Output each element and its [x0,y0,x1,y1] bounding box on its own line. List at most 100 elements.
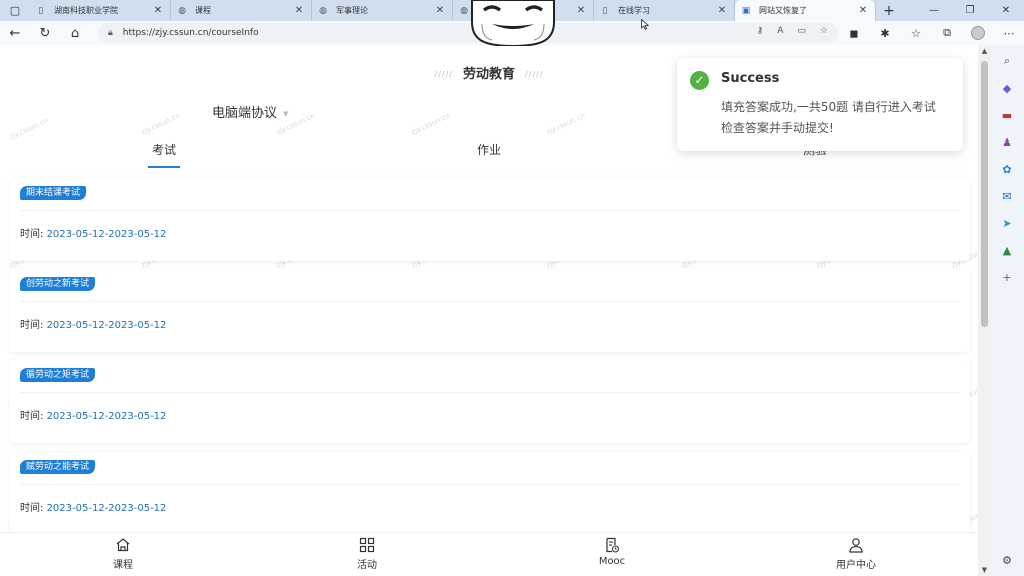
exam-time: 时间: 2023-05-12-2023-05-12 [20,407,166,422]
key-icon[interactable]: ⚷ [757,26,764,36]
exam-time: 时间: 2023-05-12-2023-05-12 [20,499,166,514]
home-icon [116,538,130,552]
url-field[interactable]: 🔒︎ https://zjy.cssun.cn/courseInfo ⚷ A ▭… [98,23,838,43]
mascot-face-overlay [471,0,555,46]
tree-icon[interactable]: ▲ [999,242,1015,258]
close-window-icon[interactable]: ✕ [988,0,1024,21]
nav-label: Mooc [598,556,626,567]
page-icon: ▣ [741,5,751,16]
search-icon[interactable]: ⌕ [999,53,1015,69]
close-icon[interactable]: ✕ [857,5,869,16]
watermark: zjy.cssun.cn [8,116,50,142]
shopping-tag-icon[interactable]: ◆ [999,80,1015,96]
browser-tab-active[interactable]: ▣ 网站又恢复了 ✕ [735,0,876,21]
send-icon[interactable]: ➤ [999,215,1015,231]
scroll-thumb[interactable] [981,61,988,327]
exam-name-badge: 期末结课考试 [20,186,87,200]
reader-icon[interactable]: ▭ [797,26,806,36]
time-label: 时间: [20,411,44,422]
exam-card[interactable]: 期末结课考试 时间: 2023-05-12-2023-05-12 [10,178,970,261]
tab-title: 课程 [195,6,211,15]
browser-tab[interactable]: ▯ 湖南科技职业学院 ✕ [30,0,171,21]
exam-card[interactable]: 创劳动之新考试 时间: 2023-05-12-2023-05-12 [10,269,970,352]
tab-exam[interactable]: 考试 [147,141,181,168]
new-tab-icon[interactable]: + [876,3,902,19]
watermark: zjy.cssun.cn [545,111,587,137]
scroll-up-icon[interactable]: ▲ [978,45,991,57]
watermark: zjy.cssun.cn [140,111,182,137]
browser-tab[interactable]: ◍ 军事理论 ✕ [312,0,453,21]
page-scrollbar[interactable]: ▲ ▼ [978,45,991,576]
nav-label: 课程 [113,560,133,571]
close-icon[interactable]: ✕ [716,5,728,16]
check-icon: ✓ [690,71,709,90]
scroll-down-icon[interactable]: ▼ [978,564,991,576]
favorite-add-icon[interactable]: ☆ [820,26,828,36]
tab-title: 网站又恢复了 [759,6,807,15]
nav-course[interactable]: 课程 [93,537,153,571]
exam-card[interactable]: 循劳动之矩考试 时间: 2023-05-12-2023-05-12 [10,360,970,443]
close-icon[interactable]: ✕ [575,5,587,16]
exam-time: 时间: 2023-05-12-2023-05-12 [20,225,166,240]
browser-tab[interactable]: ◍ 课程 ✕ [171,0,312,21]
extension-icon[interactable]: ◼ [845,24,863,42]
back-icon[interactable]: ← [0,21,30,45]
divider [20,392,960,393]
title-decoration: ///// [434,70,453,79]
user-icon [849,538,863,553]
add-icon[interactable]: + [999,269,1015,285]
close-icon[interactable]: ✕ [152,5,164,16]
puzzle-icon[interactable]: ✱ [876,24,894,42]
toolbox-icon[interactable]: ▬ [999,107,1015,123]
restore-icon[interactable]: ❐ [952,0,988,21]
divider [20,301,960,302]
exam-name-badge: 赋劳动之能考试 [20,460,96,474]
divider [20,210,960,211]
page-title-text: 劳动教育 [462,67,515,82]
refresh-icon[interactable]: ↻ [30,21,60,45]
time-value: 2023-05-12-2023-05-12 [46,320,167,331]
nav-mooc[interactable]: Mooc [582,537,642,567]
bottom-nav: 课程 活动 Mooc 用户中心 [0,532,978,576]
tab-homework[interactable]: 作业 [477,141,501,158]
divider [20,484,960,485]
nav-user-center[interactable]: 用户中心 [826,537,886,571]
time-label: 时间: [20,229,44,240]
protocol-dropdown[interactable]: 电脑端协议 ▼ [212,102,288,121]
globe-icon: ◍ [460,5,468,16]
time-value: 2023-05-12-2023-05-12 [46,229,167,240]
gear-icon[interactable]: ⚙ [999,552,1015,568]
tab-title: 湖南科技职业学院 [54,6,118,15]
edge-sidebar: ⌕ ◆ ▬ ♟ ✿ ✉ ➤ ▲ + ⚙ [991,45,1024,576]
protocol-label: 电脑端协议 [212,106,278,121]
url-text: https://zjy.cssun.cn/courseInfo [122,28,259,38]
outlook-icon[interactable]: ✉ [999,188,1015,204]
globe-icon: ◍ [178,5,186,16]
nav-activity[interactable]: 活动 [337,537,397,571]
exam-card[interactable]: 赋劳动之能考试 时间: 2023-05-12-2023-05-12 [10,452,970,535]
read-aloud-icon[interactable]: A [777,26,783,36]
close-icon[interactable]: ✕ [434,5,446,16]
toast-title: Success [721,71,780,86]
grid-icon [359,537,375,553]
document-clock-icon [606,537,620,553]
copilot-icon[interactable]: ✿ [999,161,1015,177]
time-label: 时间: [20,320,44,331]
minimize-icon[interactable]: — [916,0,952,21]
close-icon[interactable]: ✕ [293,5,305,16]
games-icon[interactable]: ♟ [999,134,1015,150]
home-icon[interactable]: ⌂ [60,21,90,45]
collections-icon[interactable]: ⧉ [938,24,956,42]
time-value: 2023-05-12-2023-05-12 [46,411,167,422]
browser-tab[interactable]: ▯ 在线学习 ✕ [594,0,735,21]
toast-message: 填充答案成功,一共50题 请自行进入考试检查答案并手动提交! [721,100,936,135]
exam-time: 时间: 2023-05-12-2023-05-12 [20,316,166,331]
nav-label: 用户中心 [836,560,876,571]
favorites-icon[interactable]: ☆ [907,24,925,42]
profile-avatar[interactable] [969,24,987,42]
more-icon[interactable]: ⋯ [1000,24,1018,42]
page-icon: ▯ [38,5,44,16]
tab-actions-icon[interactable]: ▢ [0,0,30,21]
time-value: 2023-05-12-2023-05-12 [46,503,167,514]
lock-icon: 🔒︎ [108,28,113,38]
